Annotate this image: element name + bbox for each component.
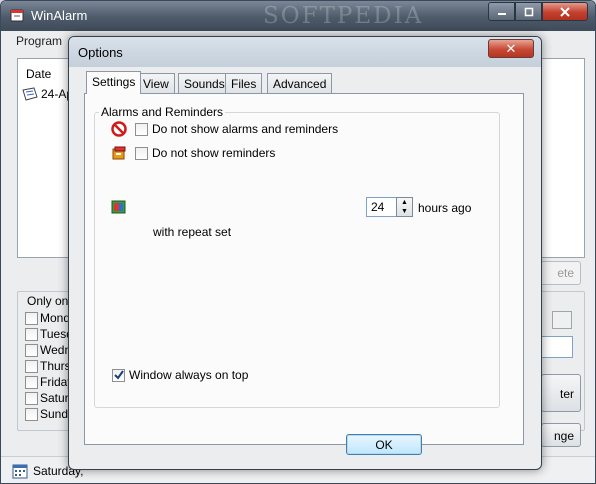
tab-advanced[interactable]: Advanced: [267, 73, 333, 93]
time-spinner[interactable]: [552, 311, 572, 329]
main-window-title: WinAlarm: [31, 8, 88, 23]
checkbox[interactable]: [25, 375, 38, 389]
date-column-header[interactable]: Date: [26, 67, 51, 81]
main-titlebar[interactable]: SOFTPEDIA WinAlarm: [1, 1, 595, 31]
tab-files[interactable]: Files: [225, 73, 263, 93]
hours-label: hours ago: [418, 201, 472, 215]
checkmark-icon: [113, 370, 124, 380]
dialog-title: Options: [78, 45, 123, 60]
group-label: Alarms and Reminders: [99, 105, 226, 119]
dialog-body: Settings View Sounds Files Advanced Alar…: [75, 67, 535, 463]
checkbox[interactable]: [25, 343, 38, 357]
option-window-on-top[interactable]: Window always on top: [112, 368, 248, 382]
ok-button[interactable]: OK: [346, 434, 422, 455]
program-menu[interactable]: Program: [16, 34, 62, 48]
dialog-close-button[interactable]: ✕: [488, 39, 534, 58]
spin-down-icon[interactable]: ▼: [397, 207, 412, 216]
minimize-button[interactable]: [488, 2, 515, 21]
dialog-titlebar[interactable]: Options ✕: [69, 37, 541, 67]
checkbox-checked[interactable]: [112, 368, 125, 382]
checkbox[interactable]: [25, 391, 38, 405]
close-icon: ✕: [505, 40, 517, 56]
day-checkbox-tuesday[interactable]: Tuesd: [25, 327, 73, 341]
time-input[interactable]: [541, 336, 573, 358]
checkbox[interactable]: [25, 407, 38, 421]
tab-view[interactable]: View: [137, 73, 175, 93]
checkbox[interactable]: [25, 311, 38, 325]
checkbox[interactable]: [135, 146, 148, 160]
repeat-icon: [111, 200, 126, 214]
close-icon: [560, 6, 570, 17]
tab-settings[interactable]: Settings: [86, 71, 142, 94]
repeat-label: with repeat set: [153, 225, 232, 239]
checkbox[interactable]: [25, 327, 38, 341]
minimize-icon: [497, 12, 506, 15]
no-entry-icon: [111, 121, 127, 137]
calendar-icon: [12, 464, 28, 479]
checkbox[interactable]: [25, 359, 38, 373]
change-button[interactable]: nge: [541, 423, 581, 447]
spin-up-icon[interactable]: ▲: [397, 198, 412, 207]
main-close-button[interactable]: [542, 2, 588, 21]
option-label: Do not show alarms and reminders: [152, 122, 339, 136]
softpedia-watermark: SOFTPEDIA: [263, 3, 424, 29]
filter-button[interactable]: ter: [541, 374, 581, 412]
maximize-button[interactable]: [515, 2, 542, 21]
option-label: Window always on top: [129, 368, 249, 382]
option-no-reminders[interactable]: Do not show reminders: [111, 145, 275, 161]
day-checkbox-friday[interactable]: Friday: [25, 375, 73, 389]
checkbox[interactable]: [135, 122, 148, 136]
winalarm-icon: [10, 9, 24, 22]
options-dialog: Options ✕ Settings View Sounds Files Adv…: [68, 36, 542, 470]
option-label: Do not show reminders: [152, 146, 276, 160]
reminder-icon: [112, 146, 126, 160]
tab-sounds[interactable]: Sounds: [178, 73, 231, 93]
maximize-icon: [524, 7, 533, 16]
option-no-alarms[interactable]: Do not show alarms and reminders: [111, 121, 338, 137]
alarm-note-icon: [22, 87, 38, 101]
hours-spinner[interactable]: ▲ ▼: [396, 197, 413, 217]
